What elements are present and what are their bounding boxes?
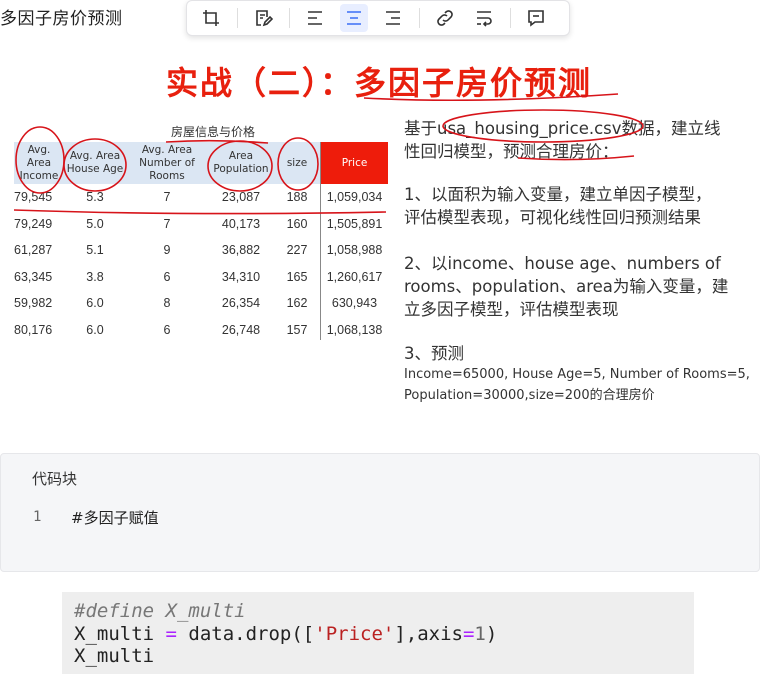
- annotation-circle-population: [207, 140, 273, 192]
- code-line-text[interactable]: #多因子赋值: [71, 507, 159, 528]
- link-icon: [437, 10, 453, 26]
- annotation-circle-size: [277, 137, 319, 191]
- text-wrap-button[interactable]: [470, 4, 498, 32]
- handwritten-annotations: [13, 93, 644, 215]
- code-token: ): [485, 623, 498, 645]
- code-comment: #define X_multi: [74, 600, 246, 622]
- code-line-output: X_multi: [74, 645, 155, 667]
- toolbar-separator: [419, 8, 420, 28]
- code-token: X_multi: [74, 623, 166, 645]
- align-right-button[interactable]: [379, 4, 407, 32]
- annotation-row-underline: [13, 209, 387, 215]
- align-left-button[interactable]: [301, 4, 329, 32]
- link-button[interactable]: [431, 4, 459, 32]
- comment-button[interactable]: [522, 4, 550, 32]
- code-number: 1: [474, 623, 486, 645]
- code-line-drop: X_multi = data.drop(['Price'],axis=1): [74, 623, 497, 645]
- code-operator: =: [165, 623, 177, 645]
- annotation-circle-income: [15, 126, 65, 194]
- edit-note-button[interactable]: [249, 4, 277, 32]
- code-token: data.drop([: [176, 623, 315, 645]
- annotation-predict-underline: [517, 155, 635, 161]
- slide-image: 实战（二）：多因子房价预测 房屋信息与价格 Avg. Area Income A…: [6, 38, 760, 432]
- toolbar-separator: [237, 8, 238, 28]
- code-operator: =: [462, 623, 475, 645]
- annotation-circle-csv: [442, 109, 644, 143]
- toolbar-separator: [289, 8, 290, 28]
- code-line-number: 1: [33, 509, 42, 525]
- align-left-icon: [308, 11, 322, 25]
- align-center-icon: [347, 11, 361, 25]
- code-block-title: 代码块: [32, 470, 78, 488]
- crop-icon: [203, 10, 219, 26]
- code-string: 'Price': [314, 623, 395, 645]
- annotation-title-underline: [363, 93, 619, 102]
- comment-icon: [528, 10, 544, 27]
- document-title: 多因子房价预测: [0, 9, 123, 29]
- code-block-card[interactable]: 代码块 1 #多因子赋值: [0, 453, 760, 572]
- edit-note-icon: [256, 10, 273, 27]
- align-center-button[interactable]: [340, 4, 368, 32]
- align-right-icon: [386, 11, 400, 25]
- image-toolbar: [186, 0, 570, 36]
- crop-button[interactable]: [197, 4, 225, 32]
- notebook-cell-image: #define X_multi X_multi = data.drop(['Pr…: [62, 592, 694, 674]
- text-wrap-icon: [477, 11, 492, 27]
- annotation-circle-house-age: [63, 138, 127, 192]
- code-token: ],axis: [394, 623, 463, 645]
- toolbar-separator: [510, 8, 511, 28]
